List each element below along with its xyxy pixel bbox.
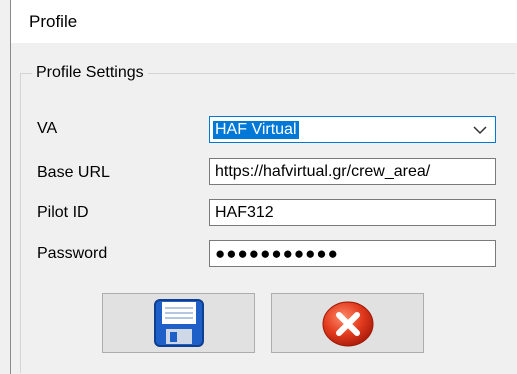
va-select[interactable]: HAF Virtual xyxy=(209,116,496,143)
base-url-input[interactable]: https://hafvirtual.gr/crew_area/ xyxy=(209,158,496,185)
password-input[interactable]: ●●●●●●●●●●● xyxy=(209,240,496,267)
va-selected-value: HAF Virtual xyxy=(213,120,299,139)
pilot-id-input[interactable]: HAF312 xyxy=(209,199,496,226)
group-legend: Profile Settings xyxy=(32,64,148,82)
window-title: Profile xyxy=(29,12,78,31)
pilot-id-value: HAF312 xyxy=(215,203,274,221)
va-label: VA xyxy=(37,120,58,137)
base-url-value: https://hafvirtual.gr/crew_area/ xyxy=(215,162,431,180)
title-bar: Profile xyxy=(11,0,517,43)
profile-window: Profile Profile Settings VA HAF Virtual … xyxy=(0,0,517,374)
red-x-circle-icon xyxy=(322,301,373,347)
password-value: ●●●●●●●●●●● xyxy=(215,243,339,263)
cancel-button[interactable] xyxy=(271,293,424,353)
pilot-id-label: Pilot ID xyxy=(37,204,89,221)
password-label: Password xyxy=(37,245,108,262)
base-url-label: Base URL xyxy=(37,164,110,181)
window-border xyxy=(10,0,11,374)
chevron-down-icon[interactable] xyxy=(473,124,487,136)
save-button[interactable] xyxy=(102,293,255,353)
floppy-disk-icon xyxy=(153,299,204,347)
